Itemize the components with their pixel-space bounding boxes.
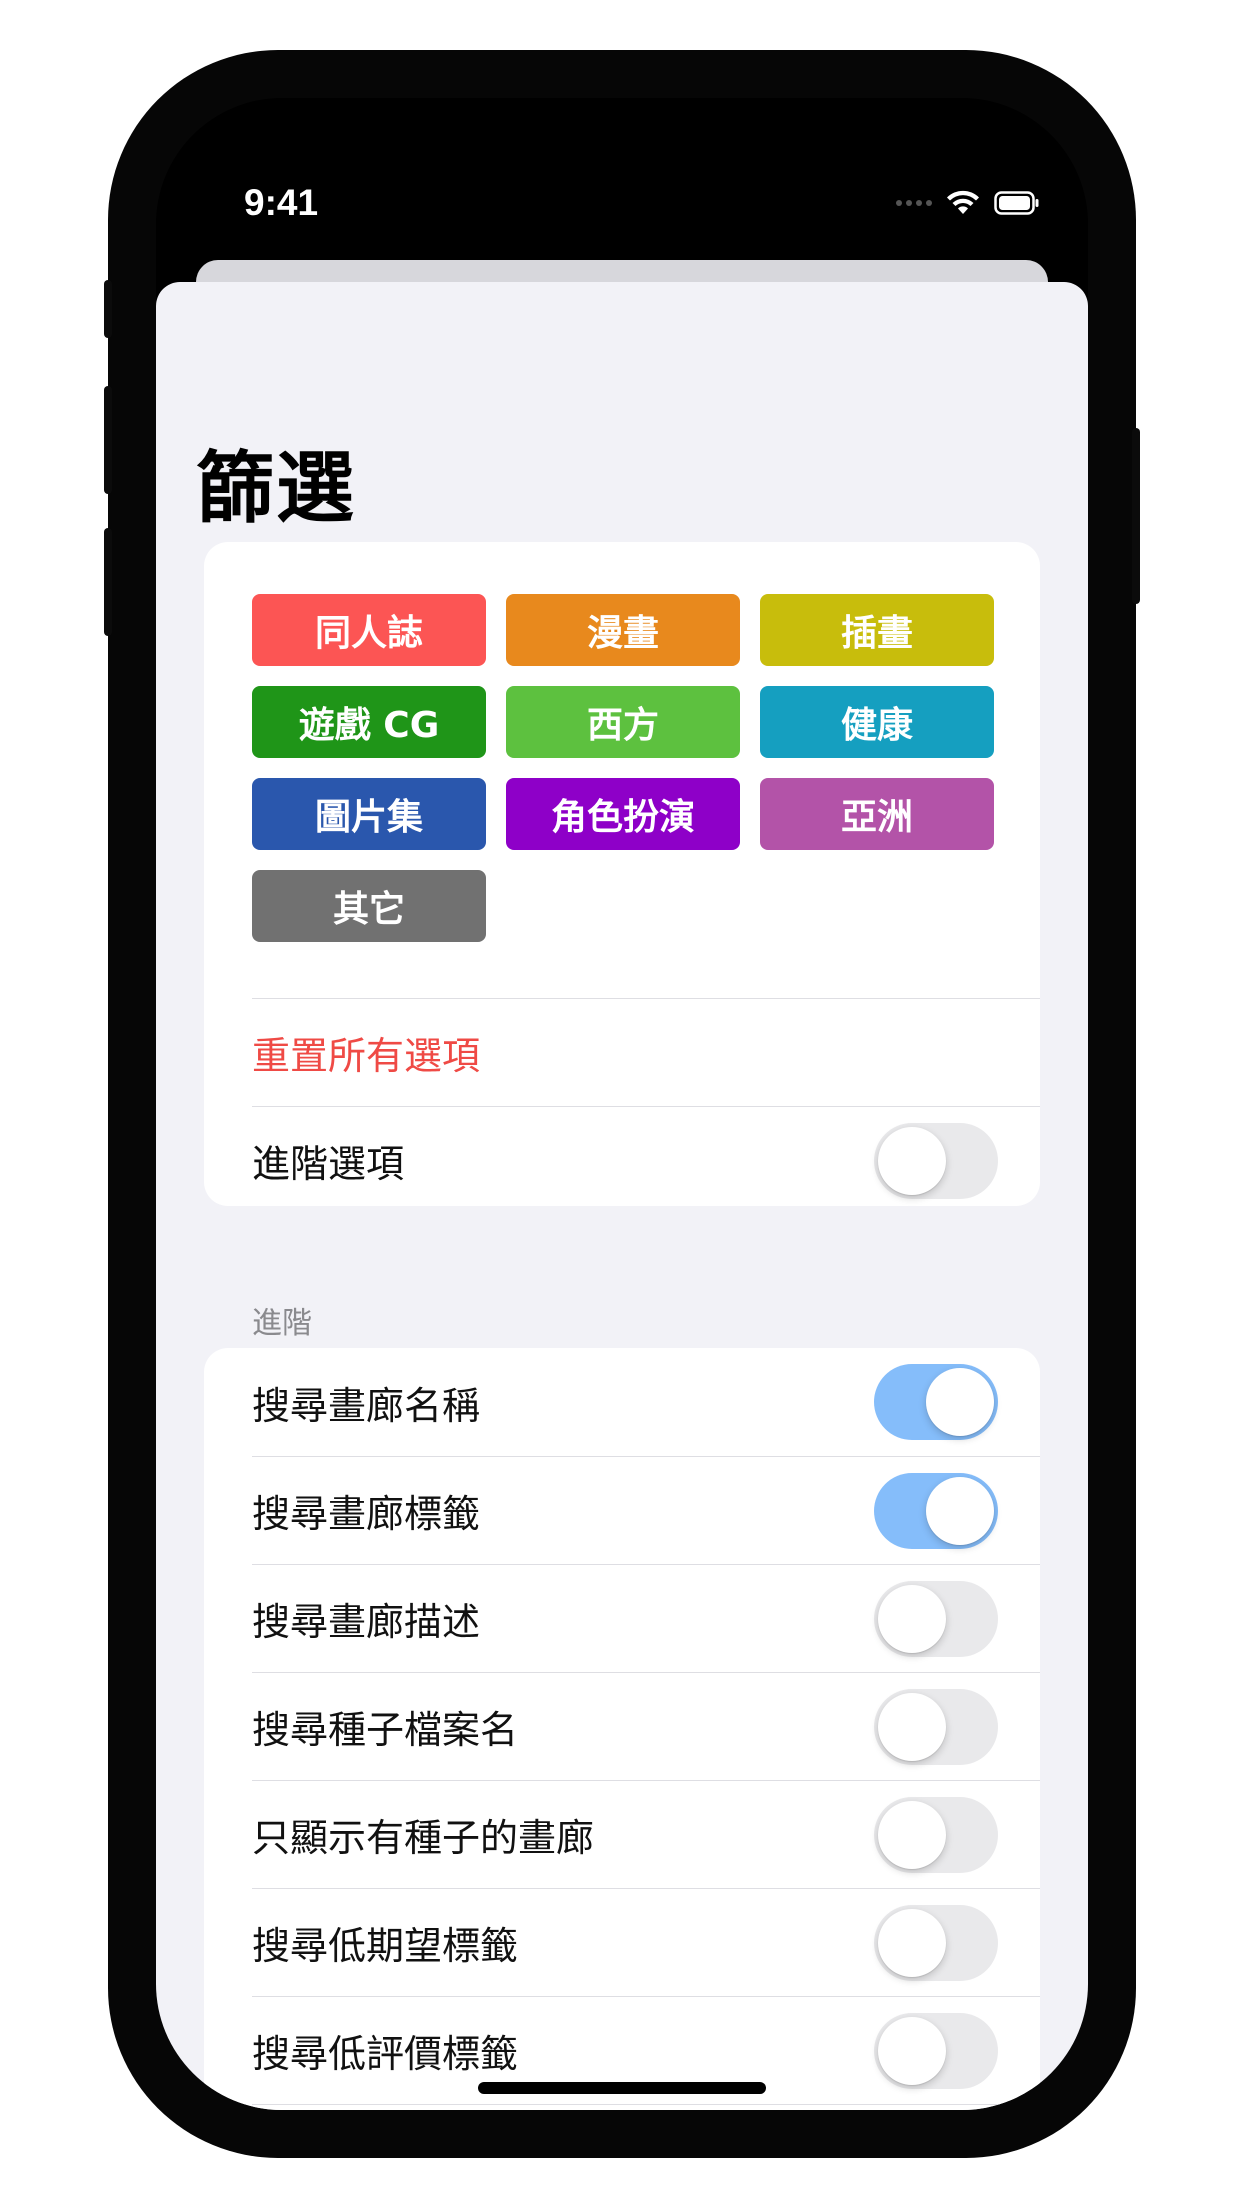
category-tag[interactable]: 漫畫 [506, 594, 740, 666]
toggle-knob [878, 1800, 946, 1869]
advanced-option-row: 搜尋畫廊標籤 [252, 1456, 1040, 1564]
advanced-option-row: 搜尋畫廊名稱 [252, 1348, 1040, 1456]
category-tag[interactable]: 圖片集 [252, 778, 486, 850]
battery-icon [994, 191, 1039, 215]
category-tag[interactable]: 角色扮演 [506, 778, 740, 850]
advanced-option-toggle[interactable] [874, 1688, 998, 1765]
dynamic-island [438, 128, 810, 222]
screen: 9:41 篩選 同人誌 漫畫 插畫 遊戲 CG 西方 健康 圖片集 角色扮演 亞… [156, 98, 1088, 2110]
category-tag[interactable]: 遊戲 CG [252, 686, 486, 758]
advanced-option-label: 搜尋低評價標籤 [252, 2032, 519, 2076]
reset-all-button[interactable]: 重置所有選項 [252, 998, 1040, 1106]
section-header-advanced: 進階 [252, 1306, 312, 1341]
advanced-option-toggle[interactable] [874, 1472, 998, 1549]
phone-frame: 9:41 篩選 同人誌 漫畫 插畫 遊戲 CG 西方 健康 圖片集 角色扮演 亞… [104, 50, 1140, 2158]
category-tag[interactable]: 其它 [252, 870, 486, 942]
category-tag[interactable]: 同人誌 [252, 594, 486, 666]
filter-sheet: 篩選 同人誌 漫畫 插畫遊戲 CG 西方 健康圖片集 角色扮演 亞洲其它 重置所有選項 進階… [156, 282, 1088, 2110]
category-tag[interactable]: 插畫 [760, 594, 994, 666]
advanced-options-label: 進階選項 [252, 1142, 405, 1186]
status-time: 9:41 [244, 182, 319, 223]
toggle-knob [926, 1476, 994, 1545]
category-tag[interactable]: 健康 [760, 686, 994, 758]
advanced-option-toggle[interactable] [874, 1904, 998, 1981]
toggle-knob [878, 2016, 946, 2085]
advanced-options-row: 進階選項 [252, 1106, 1040, 1214]
category-tag[interactable]: 西方 [506, 686, 740, 758]
toggle-knob [878, 1584, 946, 1653]
home-indicator [478, 2082, 766, 2094]
side-button-volume-up [104, 386, 112, 494]
advanced-option-toggle[interactable] [874, 1796, 998, 1873]
advanced-option-row: 顯示被刪除的畫廊 [252, 2104, 1040, 2110]
advanced-option-row: 只顯示有種子的畫廊 [252, 1780, 1040, 1888]
status-bar: 9:41 [156, 98, 1088, 223]
advanced-option-label: 只顯示有種子的畫廊 [252, 1816, 595, 1860]
side-button-power [1132, 428, 1140, 604]
advanced-option-toggle[interactable] [874, 2012, 998, 2089]
wifi-icon [947, 190, 979, 214]
advanced-option-toggle[interactable] [874, 1364, 998, 1440]
advanced-option-row: 搜尋種子檔案名 [252, 1672, 1040, 1780]
advanced-card: 搜尋畫廊名稱 搜尋畫廊標籤 搜尋畫廊描述 搜尋種子檔案名只顯示有種子的畫廊 搜尋低期望標… [204, 1348, 1040, 2110]
side-button-mute [104, 280, 112, 338]
advanced-option-label: 搜尋低期望標籤 [252, 1924, 519, 1968]
page-title: 篩選 [196, 444, 357, 534]
advanced-option-row: 搜尋畫廊描述 [252, 1564, 1040, 1672]
side-button-volume-down [104, 528, 112, 636]
category-tag[interactable]: 亞洲 [760, 778, 994, 850]
status-icons [896, 190, 1040, 216]
advanced-option-label: 搜尋畫廊描述 [252, 1600, 481, 1644]
advanced-options-toggle[interactable] [874, 1122, 998, 1199]
toggle-knob [878, 1692, 946, 1761]
advanced-option-row: 搜尋低期望標籤 [252, 1888, 1040, 1996]
toggle-knob [878, 1126, 946, 1195]
toggle-knob [926, 1368, 994, 1436]
advanced-option-label: 搜尋種子檔案名 [252, 1708, 519, 1752]
cellular-signal-icon [896, 200, 932, 206]
advanced-option-label: 搜尋畫廊標籤 [252, 1492, 481, 1536]
reset-all-label: 重置所有選項 [252, 1034, 481, 1078]
advanced-option-toggle[interactable] [874, 1580, 998, 1657]
category-grid: 同人誌 漫畫 插畫遊戲 CG 西方 健康圖片集 角色扮演 亞洲其它 [252, 594, 994, 942]
advanced-option-label: 搜尋畫廊名稱 [252, 1383, 481, 1428]
category-card: 同人誌 漫畫 插畫遊戲 CG 西方 健康圖片集 角色扮演 亞洲其它 重置所有選項 進階選項 [204, 542, 1040, 1206]
toggle-knob [878, 1908, 946, 1977]
